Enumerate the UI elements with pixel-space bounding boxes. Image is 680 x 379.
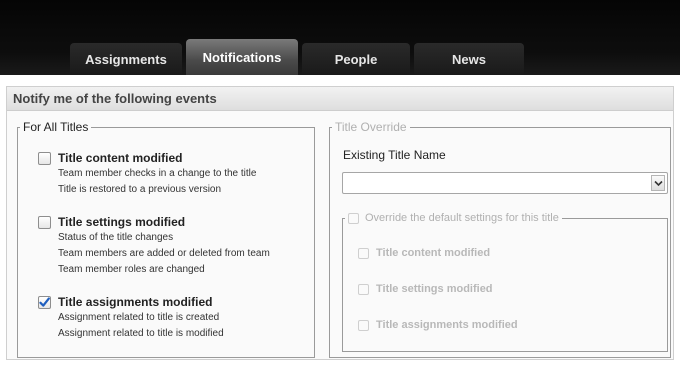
title-content-modified-label: Title content modified bbox=[58, 151, 183, 165]
chevron-down-icon[interactable] bbox=[651, 175, 665, 191]
title-settings-modified-label: Title settings modified bbox=[58, 215, 186, 229]
tab-strip: Assignments Notifications People News bbox=[70, 38, 528, 75]
override-title-content-label: Title content modified bbox=[376, 247, 491, 259]
option-description: Status of the title changes bbox=[58, 232, 174, 243]
override-title-assignments-option: Title assignments modified bbox=[358, 318, 518, 332]
override-title-assignments-label: Title assignments modified bbox=[376, 319, 518, 331]
title-override-legend: Title Override bbox=[335, 120, 407, 134]
panel-title: Notify me of the following events bbox=[7, 87, 673, 111]
option-description: Title is restored to a previous version bbox=[58, 184, 222, 195]
override-settings-legend: Override the default settings for this t… bbox=[345, 212, 562, 224]
override-title-content-option: Title content modified bbox=[358, 246, 490, 260]
existing-title-select[interactable] bbox=[342, 172, 668, 194]
title-assignments-modified-checkbox[interactable] bbox=[38, 295, 51, 309]
tab-assignments[interactable]: Assignments bbox=[70, 43, 182, 75]
tab-notifications[interactable]: Notifications bbox=[186, 39, 298, 75]
override-title-content-checkbox[interactable] bbox=[358, 247, 369, 259]
title-settings-modified-option: Title settings modified Status of the ti… bbox=[38, 214, 270, 278]
title-content-modified-checkbox[interactable] bbox=[38, 151, 51, 165]
tab-people[interactable]: People bbox=[302, 43, 410, 75]
override-title-assignments-checkbox[interactable] bbox=[358, 319, 369, 331]
title-content-modified-option: Title content modified Team member check… bbox=[38, 150, 256, 198]
top-nav-bar: Assignments Notifications People News bbox=[0, 0, 680, 75]
option-description: Team member roles are changed bbox=[58, 264, 205, 275]
option-description: Team members are added or deleted from t… bbox=[58, 248, 270, 259]
option-description: Assignment related to title is modified bbox=[58, 328, 224, 339]
checkmark-icon bbox=[39, 297, 50, 307]
option-description: Assignment related to title is created bbox=[58, 312, 220, 323]
override-title-settings-option: Title settings modified bbox=[358, 282, 493, 296]
option-description: Team member checks in a change to the ti… bbox=[58, 168, 257, 179]
title-assignments-modified-label: Title assignments modified bbox=[58, 295, 213, 309]
override-default-label: Override the default settings for this t… bbox=[365, 212, 559, 224]
override-title-settings-label: Title settings modified bbox=[376, 283, 493, 295]
override-default-checkbox[interactable] bbox=[348, 212, 359, 224]
existing-title-name-label: Existing Title Name bbox=[343, 148, 446, 162]
title-settings-modified-checkbox[interactable] bbox=[38, 215, 51, 229]
for-all-titles-legend: For All Titles bbox=[23, 120, 89, 134]
override-title-settings-checkbox[interactable] bbox=[358, 283, 369, 295]
title-assignments-modified-option: Title assignments modified Assignment re… bbox=[38, 294, 224, 342]
tab-news[interactable]: News bbox=[414, 43, 524, 75]
